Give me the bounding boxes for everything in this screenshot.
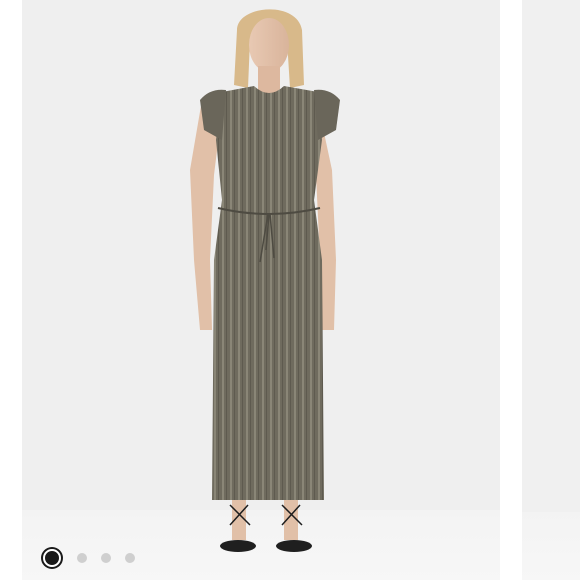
dot-icon[interactable] <box>125 553 135 563</box>
radio-selected-icon[interactable] <box>43 549 61 567</box>
carousel-slide-current[interactable] <box>22 0 500 580</box>
product-image-carousel[interactable] <box>0 0 580 580</box>
carousel-slide-next[interactable] <box>522 0 580 580</box>
dot-icon[interactable] <box>101 553 111 563</box>
studio-floor <box>522 512 580 580</box>
product-photo <box>190 9 340 552</box>
dot-icon[interactable] <box>77 553 87 563</box>
carousel-pagination <box>40 547 149 569</box>
